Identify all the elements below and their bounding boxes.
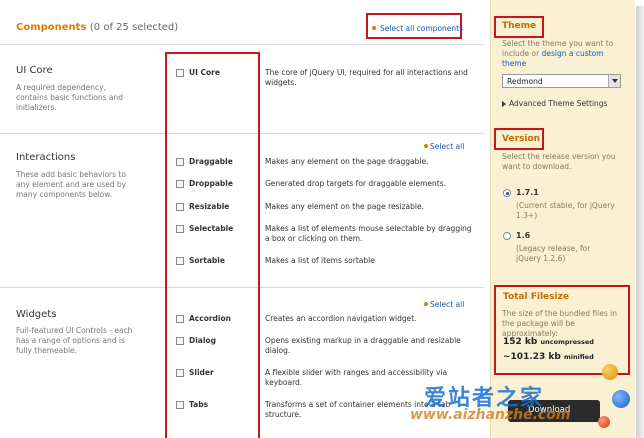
section-title: UI Core	[16, 65, 53, 76]
version-heading: Version	[502, 134, 541, 144]
components-title-text: Components	[16, 22, 87, 33]
components-count: (0 of 25 selected)	[89, 22, 179, 33]
version-label: 1.7.1	[516, 188, 539, 197]
radio-version-1-7-1[interactable]	[503, 189, 511, 197]
select-all-components-link[interactable]: Select all components	[380, 24, 463, 33]
component-desc: Opens existing markup in a draggable and…	[265, 336, 461, 355]
version-note: (Current stable, for jQuery 1.3+)	[516, 201, 615, 220]
triangle-right-icon	[502, 101, 506, 107]
version-desc: Select the release version you want to d…	[502, 152, 616, 171]
bullet-icon	[424, 302, 428, 306]
theme-heading: Theme	[502, 21, 537, 31]
component-desc: Makes any element on the page draggable.	[265, 157, 429, 166]
filesize-uncompressed-value: 152 kb	[503, 337, 538, 347]
advanced-theme-settings-label: Advanced Theme Settings	[509, 99, 608, 108]
chevron-down-icon	[608, 75, 620, 87]
window-shadow	[636, 6, 644, 438]
filesize-desc: The size of the bundled files in the pac…	[502, 309, 617, 338]
filesize-minified: ~101.23 kb minified	[503, 352, 594, 362]
select-all-widgets-link[interactable]: Select all	[430, 300, 464, 309]
theme-select[interactable]: Redmond	[502, 74, 621, 88]
component-desc: Generated drop targets for draggable ele…	[265, 179, 446, 188]
components-title: Components (0 of 25 selected)	[16, 22, 178, 33]
component-desc: Makes a list of items sortable	[265, 256, 375, 265]
section-desc: A required dependency, contains basic fu…	[16, 83, 124, 112]
highlight-checkbox-column	[165, 52, 260, 438]
bullet-icon	[424, 144, 428, 148]
theme-desc: Select the theme you want to include or …	[502, 39, 626, 69]
orb-icon	[602, 364, 618, 380]
version-note: (Legacy release, for jQuery 1.2.6)	[516, 244, 591, 263]
orb-icon	[598, 416, 610, 428]
section-desc: These add basic behaviors to any element…	[16, 170, 127, 199]
radio-version-1-6[interactable]	[503, 232, 511, 240]
component-desc: Makes any element on the page resizable.	[265, 202, 424, 211]
filesize-heading: Total Filesize	[503, 292, 569, 302]
select-all-interactions-link[interactable]: Select all	[430, 142, 464, 151]
version-label: 1.6	[516, 231, 531, 240]
components-panel: Components (0 of 25 selected) Select all…	[0, 0, 484, 438]
component-desc: The core of jQuery UI, required for all …	[265, 68, 468, 87]
filesize-minified-label: minified	[563, 353, 594, 361]
watermark-url: www.aizhanzhe.com	[410, 407, 571, 423]
theme-select-value: Redmond	[507, 77, 543, 86]
filesize-minified-value: ~101.23 kb	[503, 352, 561, 362]
filesize-uncompressed-label: uncompressed	[540, 338, 594, 346]
component-desc: Creates an accordion navigation widget.	[265, 314, 417, 323]
select-all-components-box: Select all components	[366, 13, 463, 39]
watermark: 爱站者之家 www.aizhanzhe.com	[404, 378, 624, 438]
component-desc: Makes a list of elements mouse selectabl…	[265, 224, 472, 243]
download-builder-page: Components (0 of 25 selected) Select all…	[0, 0, 644, 438]
advanced-theme-settings-toggle[interactable]: Advanced Theme Settings	[502, 99, 607, 108]
section-title: Interactions	[16, 152, 76, 163]
bullet-icon	[372, 26, 376, 30]
components-header: Components (0 of 25 selected) Select all…	[0, 0, 484, 45]
section-desc: Full-featured UI Controls - each has a r…	[16, 326, 133, 355]
filesize-uncompressed: 152 kb uncompressed	[503, 337, 594, 347]
section-title: Widgets	[16, 309, 57, 320]
orb-icon	[612, 390, 630, 408]
